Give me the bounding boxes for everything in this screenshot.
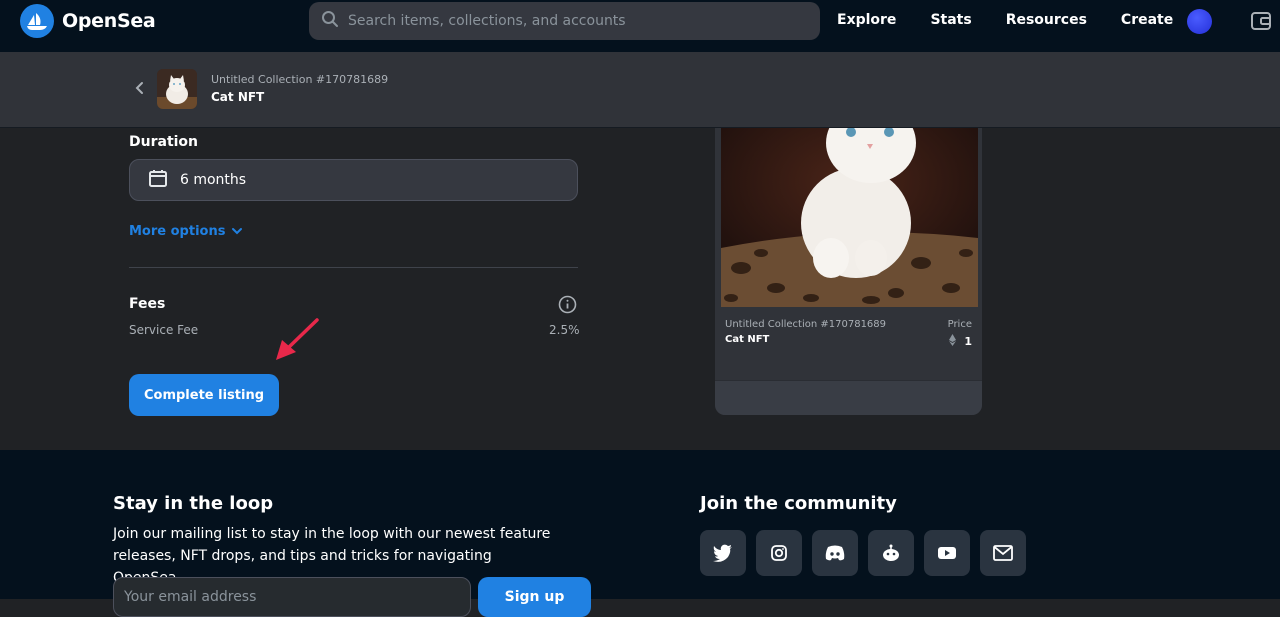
item-name: Cat NFT (211, 90, 265, 104)
instagram-icon[interactable] (756, 530, 802, 576)
youtube-icon[interactable] (924, 530, 970, 576)
newsletter-title: Stay in the loop (113, 493, 274, 514)
card-price: 1 (949, 334, 972, 349)
duration-value: 6 months (180, 172, 247, 188)
nav-explore[interactable]: Explore (837, 12, 896, 28)
top-navbar: OpenSea Explore Stats Resources Create (0, 0, 1280, 52)
profile-avatar[interactable] (1187, 9, 1212, 34)
email-field[interactable] (113, 577, 471, 617)
duration-label: Duration (129, 134, 199, 150)
fees-label: Fees (129, 296, 166, 312)
calendar-icon (148, 168, 168, 192)
divider (129, 267, 578, 268)
chevron-down-icon (231, 224, 243, 239)
community-title: Join the community (700, 493, 897, 514)
more-options-link[interactable]: More options (129, 224, 243, 239)
item-thumbnail (157, 69, 197, 109)
sign-up-button[interactable]: Sign up (478, 577, 591, 617)
preview-card[interactable]: Untitled Collection #170781689 Cat NFT P… (715, 128, 982, 415)
card-footer (715, 380, 982, 415)
annotation-arrow-icon (272, 318, 322, 364)
nav-links: Explore Stats Resources Create (837, 12, 1207, 28)
complete-listing-button[interactable]: Complete listing (129, 374, 279, 416)
back-chevron-icon[interactable] (134, 80, 146, 94)
service-fee-label: Service Fee (129, 323, 199, 337)
card-collection: Untitled Collection #170781689 (725, 319, 887, 330)
opensea-logo-icon (20, 4, 54, 38)
twitter-icon[interactable] (700, 530, 746, 576)
more-options-label: More options (129, 224, 226, 239)
email-icon[interactable] (980, 530, 1026, 576)
listing-main: Duration 6 months More options Fees Serv (0, 128, 1280, 450)
nav-create[interactable]: Create (1121, 12, 1173, 28)
search-bar[interactable] (309, 2, 820, 40)
card-item-name: Cat NFT (725, 334, 770, 345)
reddit-icon[interactable] (868, 530, 914, 576)
nav-resources[interactable]: Resources (1006, 12, 1087, 28)
nav-stats[interactable]: Stats (930, 12, 971, 28)
preview-image (721, 128, 978, 307)
wallet-icon[interactable] (1250, 10, 1272, 32)
duration-select[interactable]: 6 months (129, 159, 578, 201)
search-input[interactable] (348, 13, 788, 29)
service-fee-value: 2.5% (549, 323, 580, 337)
social-links (700, 530, 1036, 576)
discord-icon[interactable] (812, 530, 858, 576)
search-icon (321, 10, 339, 32)
site-footer: Stay in the loop Join our mailing list t… (0, 450, 1280, 617)
collection-name[interactable]: Untitled Collection #170781689 (211, 73, 388, 86)
item-subheader: Untitled Collection #170781689 Cat NFT (0, 52, 1280, 128)
logo-text: OpenSea (62, 10, 156, 32)
card-price-value: 1 (964, 335, 972, 348)
eth-icon (949, 334, 957, 349)
info-icon[interactable] (558, 295, 577, 314)
opensea-logo[interactable]: OpenSea (20, 4, 156, 38)
card-price-label: Price (947, 319, 972, 330)
